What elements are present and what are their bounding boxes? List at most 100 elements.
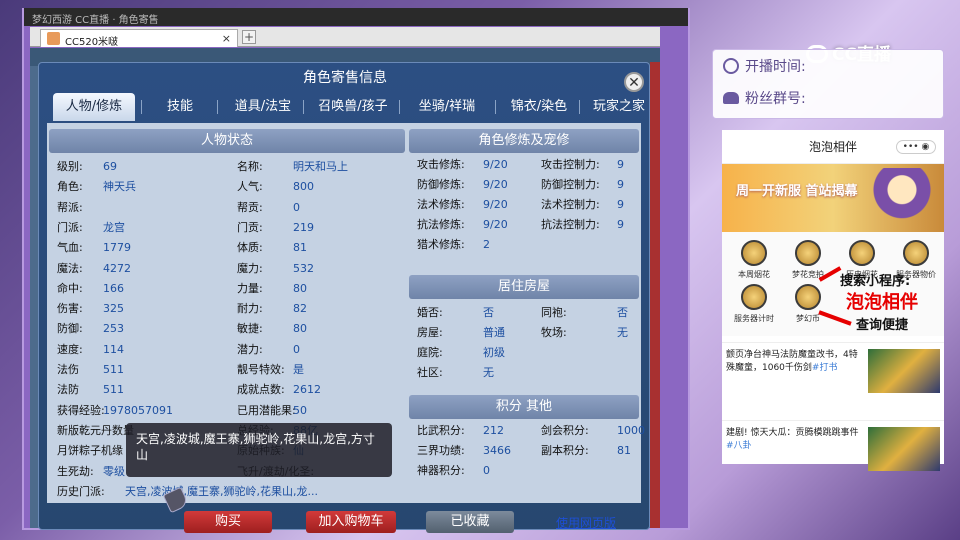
close-icon[interactable]: × [222, 32, 231, 45]
miniapp-grid-item[interactable]: 本周烟花 [730, 240, 778, 280]
buy-button[interactable]: 购买 [184, 511, 272, 533]
cultivation-header: 角色修炼及宠修 [409, 129, 639, 153]
status-label: 耐力: [237, 302, 263, 316]
status-label: 魔法: [57, 261, 83, 275]
status-label: 命中: [57, 281, 83, 295]
status-label: 魔力: [237, 261, 263, 275]
news-text: 建剧! 惊天大瓜：贡腾模跳跳事件#八卦 [726, 428, 859, 451]
status-value: 4272 [103, 261, 131, 275]
miniapp-banner: 周一开新服 首站揭幕 [722, 164, 944, 232]
tab-0[interactable]: 人物/修炼 [53, 93, 135, 121]
points-section: 积分 其他 比武积分: 212 剑会积分: 1000 三界功绩: 3466 副本积分: 81 神… [409, 395, 645, 495]
cultivation-label: 抗法修炼: [417, 218, 465, 231]
news-text: 颤页净台神马法防魔童改书，4特殊魔童，1060千伤剑#打书 [726, 350, 858, 373]
status-row: 防御: 253 敏捷: 80 [49, 319, 405, 339]
status-label: 气血: [57, 241, 83, 255]
status-value: 0 [293, 200, 300, 214]
status-row: 命中: 166 力量: 80 [49, 279, 405, 299]
status-value: 50 [293, 403, 307, 417]
coin-icon [795, 240, 821, 266]
status-label: 人气: [237, 180, 263, 194]
status-header: 人物状态 [49, 129, 405, 153]
browser-tabbar: CC520米啵 × + [30, 27, 660, 48]
cultivation-row: 抗法修炼: 9/20 抗法控制力: 9 [409, 215, 639, 235]
stream-info-card: 开播时间: 粉丝群号: [712, 49, 944, 119]
clock-icon [723, 58, 739, 74]
cultivation-label: 攻击控制力: [541, 158, 600, 171]
grid-item-label: 本周烟花 [738, 270, 770, 279]
status-value: 82 [293, 302, 307, 316]
points-header: 积分 其他 [409, 395, 639, 419]
miniapp-grid-item[interactable]: 服务器计时 [730, 284, 778, 324]
points-label: 比武积分: [417, 424, 465, 437]
new-tab-button[interactable]: + [242, 30, 256, 44]
status-label: 新版乾元丹数量 [57, 423, 134, 437]
status-value: 800 [293, 180, 314, 194]
promo-line-1: 搜索小程序: [840, 274, 911, 289]
tab-4[interactable]: 坐骑/祥瑞 [403, 93, 491, 121]
history-value[interactable]: 天宫,凌波城,魔王寨,狮驼岭,花果山,龙... [125, 482, 318, 502]
tab-2[interactable]: 道具/法宝 [221, 93, 305, 121]
tab-separator [141, 100, 142, 114]
cultivation-value: 2 [483, 238, 490, 251]
points-row: 神器积分: 0 [409, 461, 639, 481]
house-row: 婚否: 否 同袍: 否 [409, 303, 639, 323]
close-button[interactable]: ✕ [624, 72, 644, 92]
tab-1[interactable]: 技能 [145, 93, 215, 121]
status-value: 1779 [103, 241, 131, 255]
points-value: 0 [483, 464, 490, 477]
status-row: 角色: 神天兵 人气: 800 [49, 177, 405, 197]
points-value: 1000 [617, 424, 645, 437]
status-value: 511 [103, 383, 124, 397]
panel-title: 角色寄售信息 [303, 70, 387, 86]
points-value: 3466 [483, 444, 511, 457]
status-label: 潜力: [237, 342, 263, 356]
status-label: 门派: [57, 220, 83, 234]
status-label: 已用潜能果: [237, 403, 296, 417]
status-value: 80 [293, 322, 307, 336]
status-value: 80 [293, 281, 307, 295]
status-label: 名称: [237, 160, 263, 173]
status-row: 魔法: 4272 魔力: 532 [49, 259, 405, 279]
news-item: 颤页净台神马法防魔童改书，4特殊魔童，1060千伤剑#打书 [722, 342, 944, 398]
status-value: 325 [103, 302, 124, 316]
status-label: 速度: [57, 342, 83, 356]
history-tooltip: 天宫,凌波城,魔王寨,狮驼岭,花果山,龙宫,方寸山 [126, 423, 392, 477]
add-to-cart-button[interactable]: 加入购物车 [306, 511, 396, 533]
cultivation-value: 9 [617, 158, 624, 171]
house-row: 房屋: 普通 牧场: 无 [409, 323, 639, 343]
status-label: 伤害: [57, 302, 83, 316]
status-label: 月饼粽子机缘 [57, 444, 123, 458]
house-label: 牧场: [541, 326, 567, 339]
house-label: 同袍: [541, 306, 567, 319]
status-row: 法伤 511 靓号特效: 是 [49, 360, 405, 380]
browser-tab[interactable]: CC520米啵 × [40, 29, 238, 48]
status-value: 253 [103, 322, 124, 336]
cultivation-label: 法术控制力: [541, 198, 600, 211]
web-version-link[interactable]: 使用网页版 [556, 514, 616, 531]
house-value: 初级 [483, 346, 505, 359]
tab-separator [217, 100, 218, 114]
status-row: 伤害: 325 耐力: 82 [49, 299, 405, 319]
promo-line-3: 查询便捷 [856, 318, 909, 333]
coin-icon [903, 240, 929, 266]
coin-icon [741, 284, 767, 310]
status-value: 511 [103, 363, 124, 376]
tab-separator [495, 100, 496, 114]
tab-3[interactable]: 召唤兽/孩子 [307, 93, 399, 121]
history-label: 历史门派: [57, 485, 105, 498]
points-value: 81 [617, 444, 631, 457]
status-label: 门贡: [237, 220, 263, 234]
group-icon [723, 92, 739, 104]
house-header: 居住房屋 [409, 275, 639, 299]
miniapp-grid-item[interactable]: 梦幻币 [784, 284, 832, 324]
status-value: 2612 [293, 383, 321, 397]
start-time-row: 开播时间: [723, 56, 806, 78]
favorited-button[interactable]: 已收藏 [426, 511, 514, 533]
cultivation-label: 防御控制力: [541, 178, 600, 191]
tab-6[interactable]: 玩家之家 [583, 93, 655, 121]
tab-5[interactable]: 锦衣/染色 [499, 93, 579, 121]
points-label: 副本积分: [541, 444, 589, 457]
miniapp-menu-icon: ••• ◉ [896, 140, 936, 154]
house-value: 否 [483, 306, 494, 319]
